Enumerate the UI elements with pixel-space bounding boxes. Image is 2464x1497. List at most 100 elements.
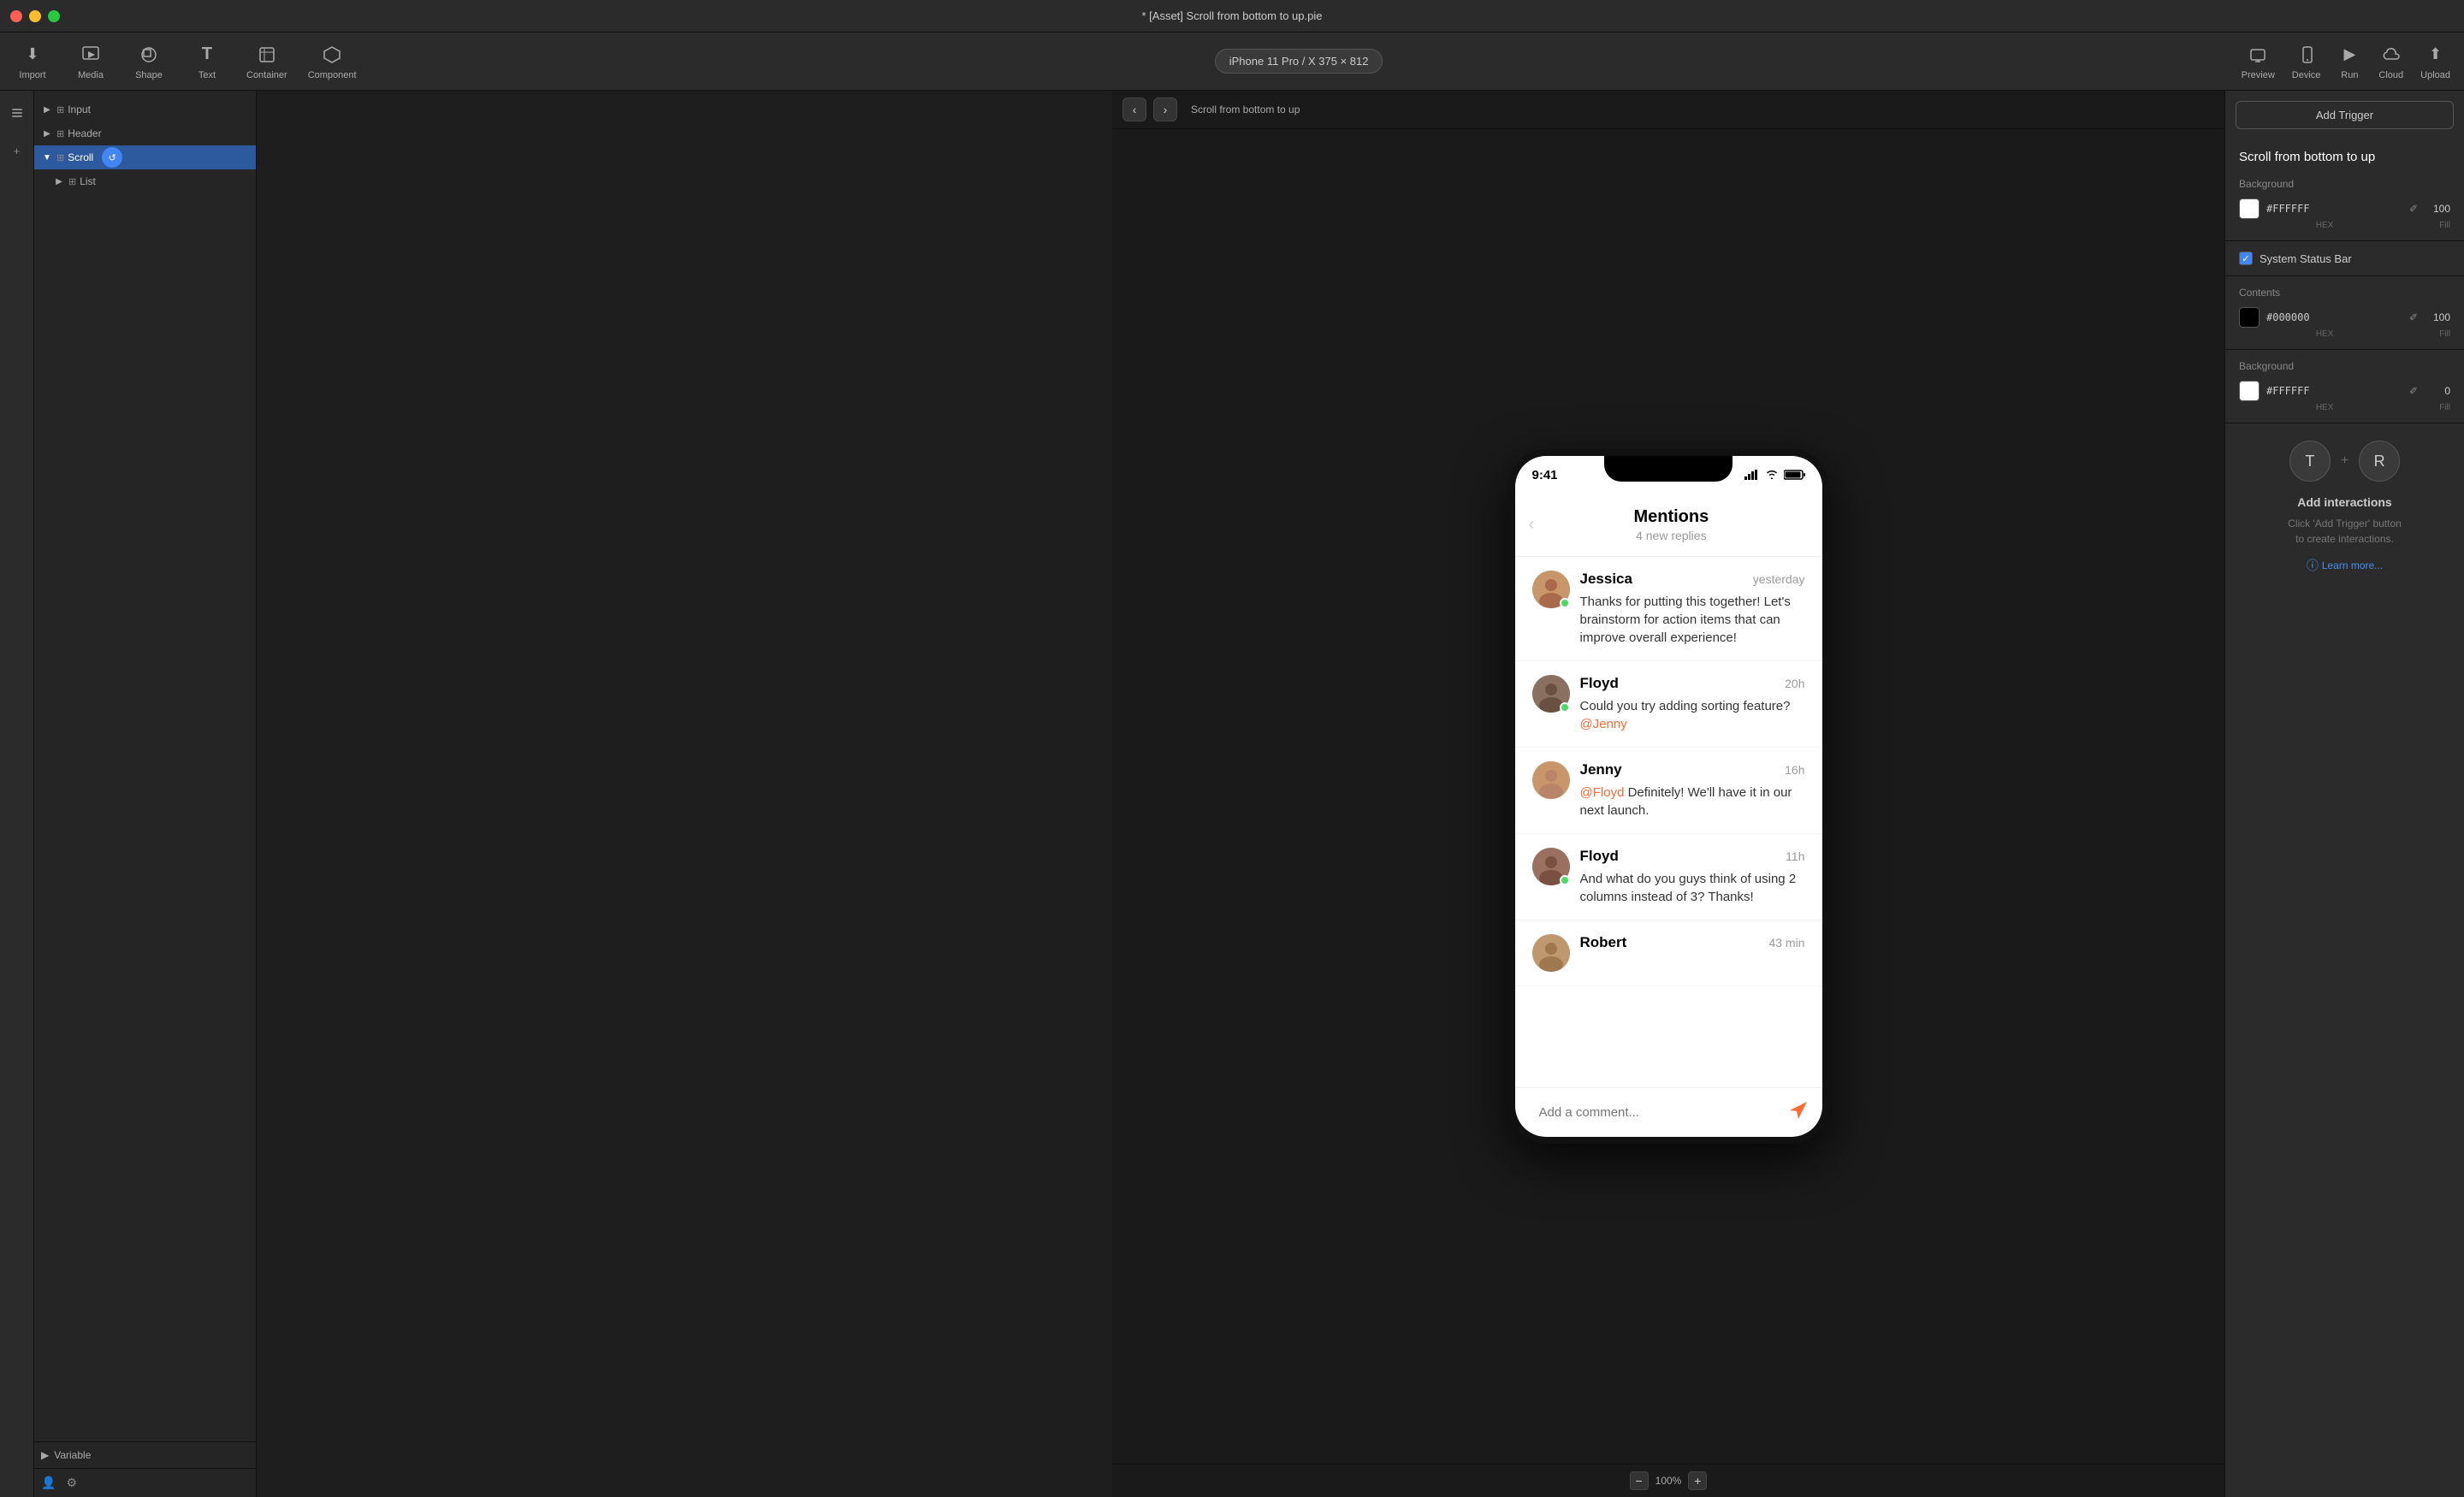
upload-button[interactable]: ⬆ Upload (2420, 43, 2450, 80)
run-icon: ▶ (2337, 43, 2361, 67)
eyedropper-icon[interactable]: ✐ (2409, 203, 2418, 215)
media-button[interactable]: Media (72, 43, 110, 80)
add-trigger-button[interactable]: Add Trigger (2236, 101, 2454, 129)
layer-scroll[interactable]: ▼ ⊞ Scroll ↺ (34, 145, 256, 169)
container-button[interactable]: Container (246, 43, 287, 80)
eyedropper-icon[interactable]: ✐ (2409, 311, 2418, 323)
battery-icon (1784, 470, 1805, 480)
close-button[interactable] (10, 10, 22, 22)
contents-fill-value[interactable]: 100 (2425, 311, 2450, 323)
back-nav-button[interactable]: ‹ (1122, 98, 1146, 121)
sender-name: Robert (1580, 934, 1627, 951)
settings-icon[interactable]: ⚙ (66, 1476, 77, 1490)
grid-icon: ⊞ (56, 152, 64, 163)
cloud-button[interactable]: Cloud (2378, 43, 2403, 80)
add-user-icon[interactable]: 👤 (41, 1476, 56, 1490)
online-indicator (1560, 598, 1570, 608)
shape-button[interactable]: Shape (130, 43, 168, 80)
comment-input[interactable] (1529, 1098, 1778, 1127)
background-color-swatch[interactable] (2239, 198, 2260, 219)
canvas-breadcrumb: Scroll from bottom to up (1191, 104, 1300, 115)
hex-label: HEX (2266, 221, 2383, 230)
device-button[interactable]: Device (2292, 43, 2321, 80)
minimize-button[interactable] (29, 10, 41, 22)
shape-icon (137, 43, 161, 67)
send-button[interactable] (1788, 1100, 1809, 1126)
sender-name: Jessica (1580, 571, 1632, 588)
message-header: Robert 43 min (1580, 934, 1805, 951)
layer-list[interactable]: ▶ ⊞ List (34, 169, 256, 193)
main-layout: + ▶ ⊞ Input ▶ ⊞ Header ▼ ⊞ (0, 91, 2464, 1497)
right-panel: Add Trigger Scroll from bottom to up Bac… (2224, 91, 2464, 1497)
learn-more-link[interactable]: ⓘ Learn more... (2307, 557, 2383, 574)
text-button[interactable]: T Text (188, 43, 226, 80)
chevron-down-icon: ▼ (41, 153, 53, 163)
message-content: Floyd 11h And what do you guys think of … (1580, 848, 1805, 906)
window-title: * [Asset] Scroll from bottom to up.pie (1142, 9, 1323, 22)
upload-icon: ⬆ (2424, 43, 2448, 67)
chevron-icon: ▶ (53, 177, 65, 186)
layer-header[interactable]: ▶ ⊞ Header (34, 121, 256, 145)
toolbar: ⬇ Import Media Shape T Text (0, 33, 2464, 91)
sender-name: Floyd (1580, 848, 1619, 865)
import-button[interactable]: ⬇ Import (14, 43, 51, 80)
canvas-viewport[interactable]: 9:41 (1112, 129, 2224, 1464)
maximize-button[interactable] (48, 10, 60, 22)
hex-label: HEX (2266, 329, 2383, 339)
plus-icon: + (2341, 453, 2348, 469)
interactions-area: T + R Add interactions Click 'Add Trigge… (2225, 423, 2464, 591)
message-item: Robert 43 min (1515, 920, 1822, 986)
contents-color-swatch[interactable] (2239, 307, 2260, 328)
message-text: Could you try adding sorting feature?@Je… (1580, 697, 1805, 733)
online-indicator (1560, 875, 1570, 885)
background2-section-title: Background (2239, 360, 2450, 372)
hex-label: HEX (2266, 403, 2383, 412)
zoom-out-button[interactable]: − (1630, 1471, 1649, 1490)
status-bar-checkbox[interactable]: ✓ (2239, 251, 2253, 265)
message-text: Thanks for putting this together! Let's … (1580, 593, 1805, 647)
phone-screen: 9:41 (1515, 456, 1822, 1137)
message-time: 16h (1785, 763, 1804, 777)
avatar-wrap (1532, 934, 1570, 972)
device-selector[interactable]: iPhone 11 Pro / X 375 × 812 (1215, 49, 1383, 74)
background2-fill-value[interactable]: 0 (2425, 385, 2450, 397)
message-text: And what do you guys think of using 2 co… (1580, 870, 1805, 906)
background-fill-value[interactable]: 100 (2425, 203, 2450, 215)
avatar (1532, 934, 1570, 972)
message-content: Jenny 16h @Floyd Definitely! We'll have … (1580, 761, 1805, 820)
message-content: Jessica yesterday Thanks for putting thi… (1580, 571, 1805, 647)
sidebar-icon-rail: + (0, 91, 34, 1497)
run-button[interactable]: ▶ Run (2337, 43, 2361, 80)
comment-bar (1515, 1087, 1822, 1137)
message-header: Floyd 11h (1580, 848, 1805, 865)
message-list[interactable]: Jessica yesterday Thanks for putting thi… (1515, 557, 1822, 1087)
grid-icon: ⊞ (68, 176, 76, 187)
chevron-icon: ▶ (41, 105, 53, 115)
interaction-icons-row: T + R (2289, 441, 2400, 482)
background2-color-row: #FFFFFF ✐ 0 (2239, 381, 2450, 401)
zoom-in-button[interactable]: + (1688, 1471, 1707, 1490)
mention-link: @Floyd (1580, 785, 1625, 800)
title-bar: * [Asset] Scroll from bottom to up.pie (0, 0, 2464, 33)
layer-input[interactable]: ▶ ⊞ Input (34, 98, 256, 121)
contents-section-title: Contents (2239, 287, 2450, 299)
chevron-right-icon: ▶ (41, 1449, 49, 1461)
forward-nav-button[interactable]: › (1153, 98, 1177, 121)
background2-color-swatch[interactable] (2239, 381, 2260, 401)
variable-row[interactable]: ▶ Variable (34, 1441, 256, 1468)
preview-button[interactable]: Preview (2242, 43, 2275, 80)
background2-hex-input[interactable]: #FFFFFF (2266, 385, 2402, 397)
layer-panel: ▶ ⊞ Input ▶ ⊞ Header ▼ ⊞ Scroll ↺ (34, 91, 257, 1497)
layers-icon[interactable] (5, 101, 29, 125)
back-button[interactable]: ‹ (1529, 515, 1535, 535)
contents-hex-input[interactable]: #000000 (2266, 311, 2402, 323)
assets-icon[interactable]: + (5, 139, 29, 163)
mentions-title: Mentions (1534, 507, 1808, 527)
background-hex-input[interactable]: #FFFFFF (2266, 203, 2402, 215)
toolbar-center: iPhone 11 Pro / X 375 × 812 (377, 49, 2221, 74)
phone-frame: 9:41 (1508, 449, 1829, 1144)
eyedropper-icon[interactable]: ✐ (2409, 385, 2418, 397)
phone-status-icons (1744, 470, 1805, 480)
component-button[interactable]: Component (308, 43, 357, 80)
message-item: Floyd 11h And what do you guys think of … (1515, 834, 1822, 920)
